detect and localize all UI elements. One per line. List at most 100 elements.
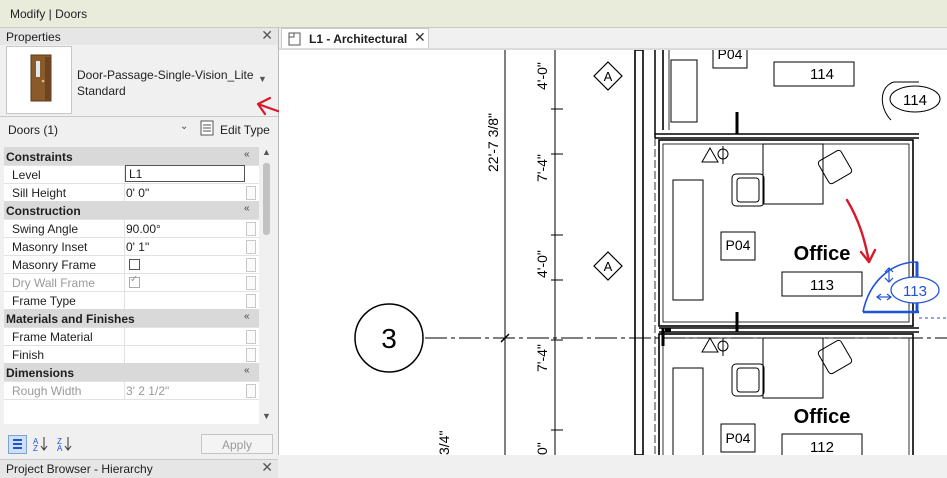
sort-ascending-icon[interactable]: AZ xyxy=(32,435,49,453)
parameter-link-icon[interactable] xyxy=(246,222,256,236)
type-family-label: Door-Passage-Single-Vision_Lite xyxy=(77,68,254,82)
dimension-text[interactable]: 3/4" xyxy=(436,431,452,455)
apply-button[interactable]: Apply xyxy=(201,434,273,454)
chevron-down-icon[interactable]: ▼ xyxy=(258,74,267,84)
selection-dropdown[interactable]: Doors (1) xyxy=(8,123,58,137)
group-header[interactable]: Dimensions « xyxy=(4,363,259,382)
parameter-link-icon[interactable] xyxy=(246,348,256,362)
view-tab-bar: L1 - Architectural ✕ xyxy=(279,28,947,49)
scroll-up-icon[interactable]: ▲ xyxy=(262,147,271,157)
room-name[interactable]: Office xyxy=(794,406,851,428)
furniture-tag-label: P04 xyxy=(726,430,751,446)
room-name[interactable]: Office xyxy=(794,243,851,265)
room-number[interactable]: 113 xyxy=(810,277,834,294)
property-row[interactable]: Masonry Frame xyxy=(4,255,259,274)
parameter-link-icon[interactable] xyxy=(246,240,256,254)
tab-l1-architectural[interactable]: L1 - Architectural ✕ xyxy=(281,28,429,49)
property-value[interactable]: 3' 2 1/2" xyxy=(126,384,169,398)
property-row[interactable]: Swing Angle 90.00° xyxy=(4,219,259,238)
dimension-text[interactable]: 4'-0" xyxy=(534,250,550,278)
properties-palette: Properties ✕ Door-Passage-Single-Vision_… xyxy=(0,27,279,478)
collapse-icon[interactable]: « xyxy=(244,311,250,322)
property-checkbox[interactable] xyxy=(129,259,140,270)
group-header[interactable]: Constraints « xyxy=(4,147,259,166)
properties-title: Properties xyxy=(6,30,61,44)
svg-text:Z: Z xyxy=(33,444,38,452)
type-selector[interactable]: Door-Passage-Single-Vision_Lite Standard xyxy=(77,67,254,99)
property-row[interactable]: Frame Material xyxy=(4,327,259,346)
properties-grid: Constraints «Level L1 Sill Height 0' 0" Const… xyxy=(4,147,259,424)
group-label: Materials and Finishes xyxy=(6,312,135,326)
drawing-canvas[interactable]: 3 22'-7 3/8" 4'-0" 7'-4" 4'-0" 7'-4" 0" … xyxy=(279,50,947,455)
property-row[interactable]: Frame Type xyxy=(4,291,259,310)
elevation-mark[interactable]: A xyxy=(593,251,623,281)
parameter-link-icon[interactable] xyxy=(246,330,256,344)
project-browser-title: Project Browser - Hierarchy xyxy=(6,462,153,476)
title-text: Modify | Doors xyxy=(10,7,88,21)
close-icon[interactable]: ✕ xyxy=(261,27,273,44)
dimension-text[interactable]: 22'-7 3/8" xyxy=(485,113,501,172)
door-tag-label: 113 xyxy=(903,283,927,300)
property-name: Masonry Frame xyxy=(12,258,97,272)
floor-plan-drawing[interactable]: 3 22'-7 3/8" 4'-0" 7'-4" 4'-0" 7'-4" 0" … xyxy=(279,50,947,455)
parameter-link-icon[interactable] xyxy=(246,258,256,272)
sort-descending-icon[interactable]: ZA xyxy=(56,435,73,453)
dimension-text[interactable]: 7'-4" xyxy=(534,344,550,372)
property-row[interactable]: Finish xyxy=(4,345,259,364)
scroll-down-icon[interactable]: ▼ xyxy=(262,411,271,421)
property-value[interactable]: 0' 1" xyxy=(126,240,149,254)
type-preview-image[interactable] xyxy=(6,46,72,114)
elevation-mark[interactable]: A xyxy=(593,61,623,91)
property-input[interactable]: L1 xyxy=(125,165,245,182)
dimension-text[interactable]: 0" xyxy=(534,442,550,455)
group-header[interactable]: Materials and Finishes « xyxy=(4,309,259,328)
categorized-sort-icon[interactable] xyxy=(8,435,27,454)
property-name: Swing Angle xyxy=(12,222,79,236)
property-row[interactable]: Masonry Inset 0' 1" xyxy=(4,237,259,256)
group-header[interactable]: Construction « xyxy=(4,201,259,220)
elevation-mark-label: A xyxy=(604,259,613,274)
group-label: Dimensions xyxy=(6,366,75,380)
property-row[interactable]: Dry Wall Frame xyxy=(4,273,259,292)
project-browser-header: Project Browser - Hierarchy ✕ xyxy=(0,459,278,478)
parameter-link-icon[interactable] xyxy=(246,186,256,200)
property-value: L1 xyxy=(129,167,143,181)
parameter-link-icon[interactable] xyxy=(246,384,256,398)
collapse-icon[interactable]: « xyxy=(244,203,250,214)
property-name: Rough Width xyxy=(12,384,82,398)
parameter-link-icon[interactable] xyxy=(246,276,256,290)
properties-scrollbar[interactable]: ▲ ▼ xyxy=(260,147,274,424)
property-value[interactable]: 0' 0" xyxy=(126,186,149,200)
dimension-text[interactable]: 4'-0" xyxy=(534,62,550,90)
close-icon[interactable]: ✕ xyxy=(261,459,273,476)
property-name: Sill Height xyxy=(12,186,67,200)
dimension-text[interactable]: 7'-4" xyxy=(534,154,550,182)
collapse-icon[interactable]: « xyxy=(244,365,250,376)
room-number[interactable]: 112 xyxy=(810,439,834,455)
furniture-tag-label: P04 xyxy=(718,50,743,62)
property-row[interactable]: Rough Width 3' 2 1/2" xyxy=(4,381,259,400)
parameter-link-icon[interactable] xyxy=(246,294,256,308)
floor-plan-icon xyxy=(288,32,301,46)
properties-header: Properties ✕ xyxy=(0,27,278,45)
apply-label: Apply xyxy=(221,438,253,452)
property-row[interactable]: Sill Height 0' 0" xyxy=(4,183,259,202)
edit-type-icon xyxy=(200,120,214,136)
title-bar: Modify | Doors xyxy=(0,0,947,28)
property-name: Masonry Inset xyxy=(12,240,88,254)
scroll-thumb[interactable] xyxy=(263,163,270,235)
type-name-label: Standard xyxy=(77,84,126,98)
door-tag-label: 114 xyxy=(903,92,927,109)
tab-label: L1 - Architectural xyxy=(309,32,408,46)
room-number[interactable]: 114 xyxy=(810,66,834,83)
grid-bubble-label: 3 xyxy=(381,323,397,354)
property-name: Level xyxy=(12,168,41,182)
property-value[interactable]: 90.00° xyxy=(126,222,161,236)
close-icon[interactable]: ✕ xyxy=(414,29,426,46)
collapse-icon[interactable]: « xyxy=(244,149,250,160)
property-name: Frame Type xyxy=(12,294,76,308)
properties-footer: AZ ZA Apply xyxy=(0,432,278,456)
chevron-down-icon[interactable]: ⌄ xyxy=(180,121,188,132)
group-label: Construction xyxy=(6,204,81,218)
property-row[interactable]: Level L1 xyxy=(4,165,259,184)
